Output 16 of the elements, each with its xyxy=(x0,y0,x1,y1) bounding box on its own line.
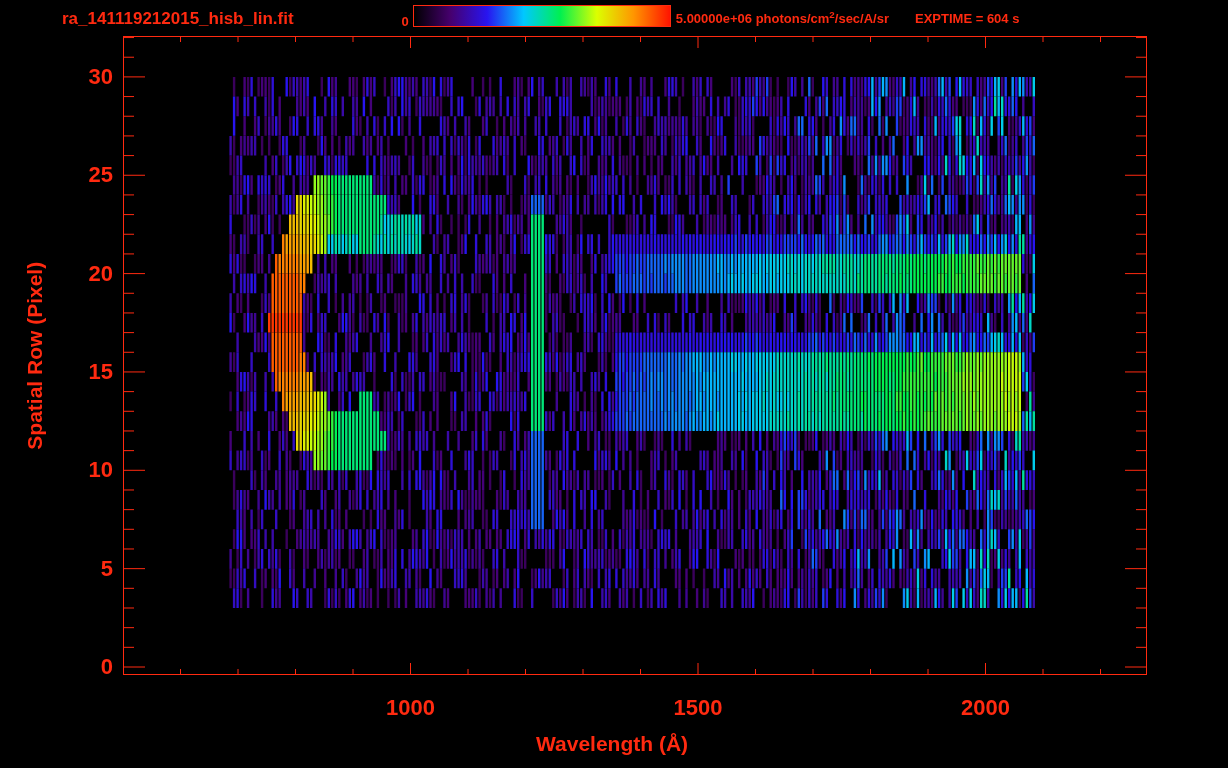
colorbar-min-label: 0 xyxy=(401,15,409,28)
y-tick-label: 30 xyxy=(88,65,113,88)
y-tick-label: 0 xyxy=(100,656,113,678)
y-tick-label: 5 xyxy=(100,557,113,580)
x-tick-label: 1000 xyxy=(386,697,435,719)
y-tick-label: 25 xyxy=(88,164,113,187)
x-axis-title: Wavelength (Å) xyxy=(536,733,689,754)
y-tick-label: 15 xyxy=(88,360,113,383)
y-axis-title: Spatial Row (Pixel) xyxy=(22,261,48,450)
colorbar-max-label: 5.00000e+06 photons/cm$^{2}$/sec/A/sr xyxy=(675,11,889,25)
file-name-title: ra_141119212015_hisb_lin.fit xyxy=(62,9,294,27)
y-tick-label: 20 xyxy=(88,262,113,285)
exposure-time-label: EXPTIME = 604 s xyxy=(915,11,1020,25)
x-tick-label: 1500 xyxy=(673,697,723,719)
x-tick-label: 2000 xyxy=(961,697,1010,719)
y-tick-label: 10 xyxy=(88,459,113,482)
